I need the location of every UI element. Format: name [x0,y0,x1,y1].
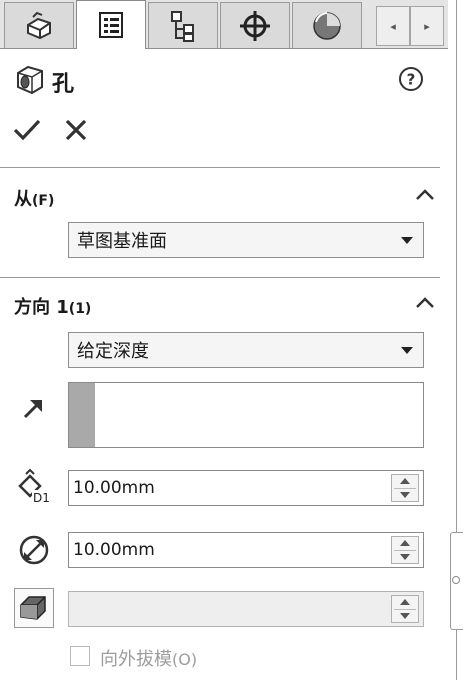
tab-display-manager[interactable] [292,2,362,48]
tab-property-manager[interactable] [76,0,146,49]
dimxpert-icon [240,10,270,41]
collapse-chevron-icon[interactable] [414,296,436,310]
svg-text:?: ? [407,71,416,89]
draft-icon [20,596,46,620]
splitter-grip-dot [452,576,460,584]
from-dropdown-value: 草图基准面 [77,231,167,252]
draft-outward-label: 向外拔模(O) [100,645,197,671]
direction1-section-header[interactable]: 方向 1(1) [14,293,91,319]
depth-icon: D1 [18,468,52,505]
depth-input[interactable]: 10.00mm [68,470,424,506]
dropdown-arrow-icon [401,347,413,354]
draft-angle-stepper[interactable] [391,595,419,623]
direction-arrow-icon[interactable] [20,394,48,422]
diameter-input[interactable]: 10.00mm [68,532,424,568]
depth-value: 10.00mm [73,478,155,498]
from-section-title: 从 [14,189,32,210]
from-section-header[interactable]: 从(F) [14,185,54,211]
divider [0,277,440,278]
tab-feature-manager[interactable] [4,2,74,48]
draft-angle-input[interactable] [68,591,424,627]
tab-configuration-manager[interactable] [148,2,218,48]
display-manager-icon [313,11,341,40]
collapse-chevron-icon[interactable] [414,188,436,202]
divider [0,167,440,168]
direction1-section-title: 方向 1 [14,297,69,318]
from-dropdown[interactable]: 草图基准面 [68,222,424,258]
feature-manager-icon [27,11,51,39]
diameter-icon [19,535,49,565]
cancel-x-icon[interactable] [64,118,88,142]
end-condition-value: 给定深度 [77,341,149,362]
svg-text:D1: D1 [33,491,50,505]
draft-toggle-button[interactable] [14,588,54,628]
diameter-stepper[interactable] [391,536,419,564]
draft-outward-label-text: 向外拔模 [100,649,172,670]
tab-dimxpert-manager[interactable] [220,2,290,48]
end-condition-dropdown[interactable]: 给定深度 [68,332,424,368]
direction1-section-shortcut: (1) [68,301,92,317]
diameter-value: 10.00mm [73,540,155,560]
hole-feature-icon [17,65,43,95]
feature-title: 孔 [52,72,75,97]
draft-outward-checkbox[interactable] [70,646,90,666]
configuration-manager-icon [171,10,194,42]
tab-scroll-right-button[interactable]: ▸ [410,6,444,46]
help-icon[interactable]: ? [398,66,424,92]
dropdown-arrow-icon [401,237,413,244]
tab-scroll-left-button[interactable]: ◂ [376,6,410,46]
ok-checkmark-icon[interactable] [12,118,42,142]
from-section-shortcut: (F) [32,193,55,209]
draft-outward-shortcut: (O) [172,650,198,669]
selection-color-bar [69,383,95,447]
direction-selection-box[interactable] [68,382,424,448]
property-manager-icon [99,12,123,38]
depth-stepper[interactable] [391,474,419,502]
tab-scroll-buttons: ◂ ▸ [376,6,446,46]
